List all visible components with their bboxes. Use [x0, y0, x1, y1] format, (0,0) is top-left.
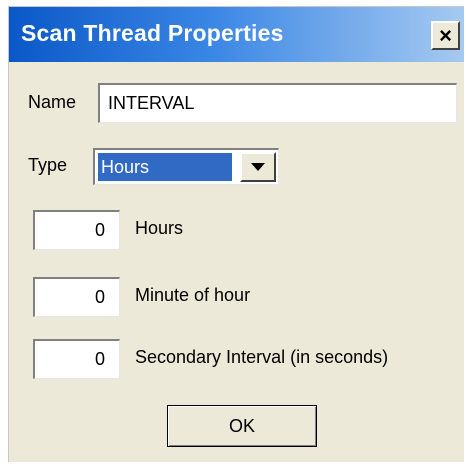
type-selected-value: Hours: [98, 153, 232, 181]
hours-label: Hours: [135, 218, 184, 238]
title-bar: Scan Thread Properties ×: [9, 7, 464, 62]
scan-thread-properties-dialog: Scan Thread Properties × Name Type Hours…: [8, 6, 464, 462]
name-field[interactable]: [98, 83, 457, 123]
type-label: Type: [28, 155, 68, 175]
close-icon: ×: [439, 22, 452, 48]
chevron-down-icon: [251, 163, 265, 171]
secondary-interval-field[interactable]: [33, 339, 120, 379]
close-button[interactable]: ×: [431, 21, 460, 50]
ok-button[interactable]: OK: [167, 405, 317, 447]
ok-button-label: OK: [228, 415, 255, 436]
type-dropdown-button[interactable]: [240, 152, 276, 182]
minute-of-hour-label: Minute of hour: [135, 285, 251, 305]
minute-of-hour-field[interactable]: [33, 277, 120, 317]
type-select[interactable]: Hours: [93, 148, 279, 185]
secondary-interval-label: Secondary Interval (in seconds): [135, 347, 389, 367]
hours-field[interactable]: [33, 210, 120, 250]
name-label: Name: [28, 92, 77, 112]
window-title: Scan Thread Properties: [21, 20, 284, 46]
